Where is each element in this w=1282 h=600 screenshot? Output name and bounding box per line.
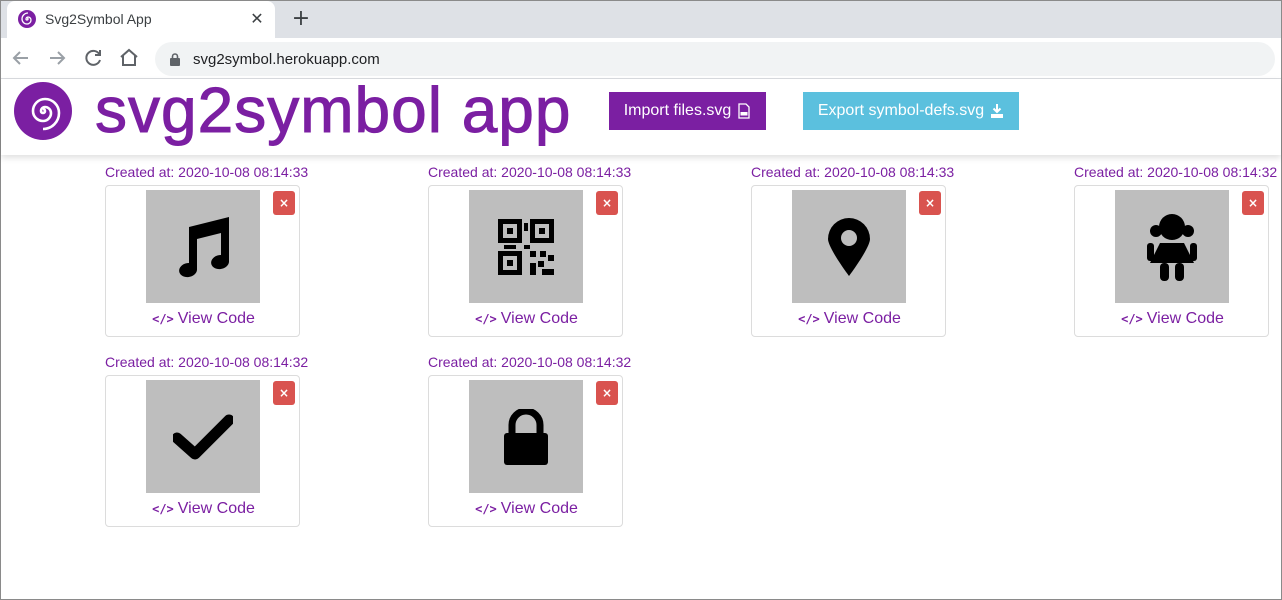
app-header: svg2symbol app Import files.svg Export s… (1, 74, 1281, 155)
card-body: × </> View Code (1074, 185, 1269, 337)
view-code-label: View Code (1146, 310, 1224, 327)
delete-button[interactable]: × (919, 191, 941, 215)
view-code-link[interactable]: </> View Code (106, 500, 301, 518)
app-title: svg2symbol app (94, 74, 572, 147)
view-code-link[interactable]: </> View Code (429, 310, 624, 328)
code-icon: </> (475, 502, 497, 516)
code-icon: </> (798, 312, 820, 326)
icon-card: Created at: 2020-10-08 08:14:33 × </> Vi… (428, 164, 632, 337)
map-marker-icon (828, 217, 870, 276)
card-body: × </> View Code (428, 375, 623, 527)
forward-arrow-icon[interactable] (45, 46, 69, 70)
view-code-label: View Code (823, 310, 901, 327)
browser-tabstrip: Svg2Symbol App ✕ + (1, 1, 1281, 38)
icon-card: Created at: 2020-10-08 08:14:33 × </> Vie… (751, 164, 955, 337)
svg-file-icon (738, 103, 750, 119)
card-body: × </> View Code (428, 185, 623, 337)
code-icon: </> (1121, 312, 1143, 326)
icon-card: Created at: 2020-10-08 08:14:32 × </> Vie… (1074, 164, 1278, 337)
icon-card: Created at: 2020-10-08 08:14:32 × </> Vie… (105, 354, 309, 527)
card-body: × </> View Code (105, 375, 300, 527)
girl-icon (1147, 213, 1197, 281)
icon-card: Created at: 2020-10-08 08:14:33 × </> Vie… (105, 164, 309, 337)
view-code-label: View Code (177, 310, 255, 327)
created-at-label: Created at: 2020-10-08 08:14:33 (751, 164, 955, 180)
delete-button[interactable]: × (273, 381, 295, 405)
url-text: svg2symbol.herokuapp.com (193, 51, 380, 68)
home-icon[interactable] (117, 46, 141, 70)
padlock-icon (170, 53, 180, 66)
view-code-link[interactable]: </> View Code (1075, 310, 1270, 328)
view-code-link[interactable]: </> View Code (752, 310, 947, 328)
delete-button[interactable]: × (1242, 191, 1264, 215)
created-at-label: Created at: 2020-10-08 08:14:33 (105, 164, 309, 180)
created-at-label: Created at: 2020-10-08 08:14:32 (105, 354, 309, 370)
back-arrow-icon[interactable] (9, 46, 33, 70)
code-icon: </> (475, 312, 497, 326)
delete-button[interactable]: × (596, 381, 618, 405)
qr-code-icon (498, 218, 554, 275)
address-bar[interactable]: svg2symbol.herokuapp.com (155, 42, 1275, 76)
export-symbol-defs-button[interactable]: Export symbol-defs.svg (803, 92, 1019, 130)
view-code-label: View Code (500, 500, 578, 517)
tab-title: Svg2Symbol App (45, 11, 152, 27)
lock-icon (504, 408, 548, 465)
code-icon: </> (152, 312, 174, 326)
new-tab-icon[interactable]: + (289, 7, 313, 31)
import-button-label: Import files.svg (623, 102, 732, 119)
created-at-label: Created at: 2020-10-08 08:14:33 (428, 164, 632, 180)
import-files-button[interactable]: Import files.svg (609, 92, 766, 130)
card-body: × </> View Code (105, 185, 300, 337)
icon-preview (1115, 190, 1229, 303)
browser-tab[interactable]: Svg2Symbol App ✕ (7, 1, 275, 38)
view-code-label: View Code (500, 310, 578, 327)
download-icon (991, 104, 1004, 118)
card-body: × </> View Code (751, 185, 946, 337)
view-code-link[interactable]: </> View Code (429, 500, 624, 518)
delete-button[interactable]: × (273, 191, 295, 215)
icon-card: Created at: 2020-10-08 08:14:32 × </> Vie… (428, 354, 632, 527)
reload-icon[interactable] (81, 46, 105, 70)
icon-preview (469, 380, 583, 493)
icon-preview (792, 190, 906, 303)
delete-button[interactable]: × (596, 191, 618, 215)
spiral-logo-icon (14, 82, 72, 140)
spiral-favicon-icon (18, 10, 36, 28)
created-at-label: Created at: 2020-10-08 08:14:32 (1074, 164, 1278, 180)
code-icon: </> (152, 502, 174, 516)
icon-preview (469, 190, 583, 303)
export-button-label: Export symbol-defs.svg (817, 102, 985, 119)
icon-preview (146, 380, 260, 493)
check-icon (173, 414, 233, 459)
music-note-icon (179, 216, 230, 277)
icon-preview (146, 190, 260, 303)
view-code-label: View Code (177, 500, 255, 517)
view-code-link[interactable]: </> View Code (106, 310, 301, 328)
created-at-label: Created at: 2020-10-08 08:14:32 (428, 354, 632, 370)
tab-close-icon[interactable]: ✕ (247, 9, 267, 29)
